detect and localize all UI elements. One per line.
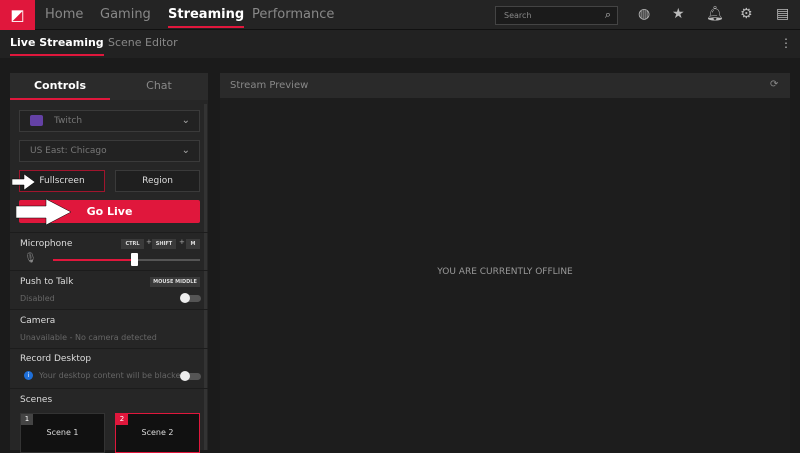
- more-icon[interactable]: ⋮: [780, 36, 792, 50]
- layout-icon[interactable]: ▤: [776, 6, 789, 22]
- record-desktop-toggle[interactable]: [180, 371, 201, 381]
- divider: [10, 232, 208, 233]
- camera-label: Camera: [20, 316, 56, 326]
- tab-chat[interactable]: Chat: [110, 73, 208, 100]
- star-icon[interactable]: ★: [672, 6, 685, 22]
- scene-card[interactable]: 1 Scene 1: [20, 413, 105, 453]
- nav-streaming[interactable]: Streaming: [168, 0, 245, 30]
- stream-preview: [220, 73, 790, 450]
- info-icon: i: [24, 371, 33, 380]
- globe-icon[interactable]: ◍: [638, 6, 650, 22]
- tab-live-streaming[interactable]: Live Streaming: [10, 30, 104, 58]
- divider: [10, 388, 208, 389]
- chevron-down-icon: ⌄: [181, 115, 190, 126]
- nav-performance[interactable]: Performance: [252, 0, 334, 30]
- camera-status: Unavailable - No camera detected: [20, 333, 157, 342]
- scenes-label: Scenes: [20, 395, 53, 405]
- divider: [10, 348, 208, 349]
- arrow-annotation-icon: [16, 199, 72, 225]
- hotkey-m: M: [186, 239, 200, 249]
- stream-preview-title: Stream Preview: [230, 80, 309, 91]
- twitch-icon: [30, 115, 43, 126]
- scrollbar[interactable]: [204, 104, 207, 450]
- hotkey-separator: +: [179, 238, 185, 246]
- platform-select[interactable]: Twitch ⌄: [19, 110, 200, 132]
- platform-value: Twitch: [54, 116, 83, 126]
- region-button[interactable]: Region: [115, 170, 200, 192]
- scene-name: Scene 1: [46, 428, 79, 437]
- server-value: US East: Chicago: [30, 146, 107, 156]
- push-to-talk-toggle[interactable]: [180, 293, 201, 303]
- nav-gaming[interactable]: Gaming: [100, 0, 151, 30]
- divider: [10, 270, 208, 271]
- arrow-annotation-icon: [12, 174, 36, 190]
- scene-name: Scene 2: [141, 428, 174, 437]
- hotkey-ctrl: CTRL: [121, 239, 144, 249]
- hotkey-mouse-middle: MOUSE MIDDLE: [150, 277, 200, 287]
- gear-icon[interactable]: ⚙: [740, 6, 753, 22]
- scene-card-active[interactable]: 2 Scene 2: [115, 413, 200, 453]
- scene-number: 1: [21, 414, 33, 425]
- refresh-icon[interactable]: ⟳: [770, 79, 778, 90]
- push-to-talk-label: Push to Talk: [20, 277, 74, 287]
- tab-scene-editor[interactable]: Scene Editor: [108, 30, 178, 58]
- server-select[interactable]: US East: Chicago ⌄: [19, 140, 200, 162]
- search-icon: ⌕: [604, 8, 611, 21]
- hotkey-separator: +: [146, 238, 152, 246]
- mic-muted-icon[interactable]: 🎙︎: [24, 253, 37, 264]
- scene-number: 2: [116, 414, 128, 425]
- slider-fill: [53, 259, 134, 261]
- amd-logo[interactable]: ◩: [0, 0, 35, 30]
- record-desktop-info: Your desktop content will be blacked...: [39, 371, 194, 380]
- microphone-label: Microphone: [20, 239, 73, 249]
- stream-preview-header: Stream Preview: [220, 73, 790, 98]
- record-desktop-label: Record Desktop: [20, 354, 92, 364]
- mic-volume-slider[interactable]: [53, 253, 200, 266]
- hotkey-shift: SHIFT: [152, 239, 176, 249]
- nav-home[interactable]: Home: [45, 0, 83, 30]
- tab-controls[interactable]: Controls: [10, 73, 110, 100]
- divider: [10, 309, 208, 310]
- offline-status: YOU ARE CURRENTLY OFFLINE: [437, 267, 573, 277]
- search-placeholder: Search: [504, 11, 532, 20]
- push-to-talk-status: Disabled: [20, 294, 55, 303]
- chevron-down-icon: ⌄: [181, 145, 190, 156]
- bell-icon[interactable]: 🔔︎: [706, 6, 724, 22]
- slider-handle[interactable]: [130, 253, 138, 266]
- search-input[interactable]: Search ⌕: [495, 6, 618, 25]
